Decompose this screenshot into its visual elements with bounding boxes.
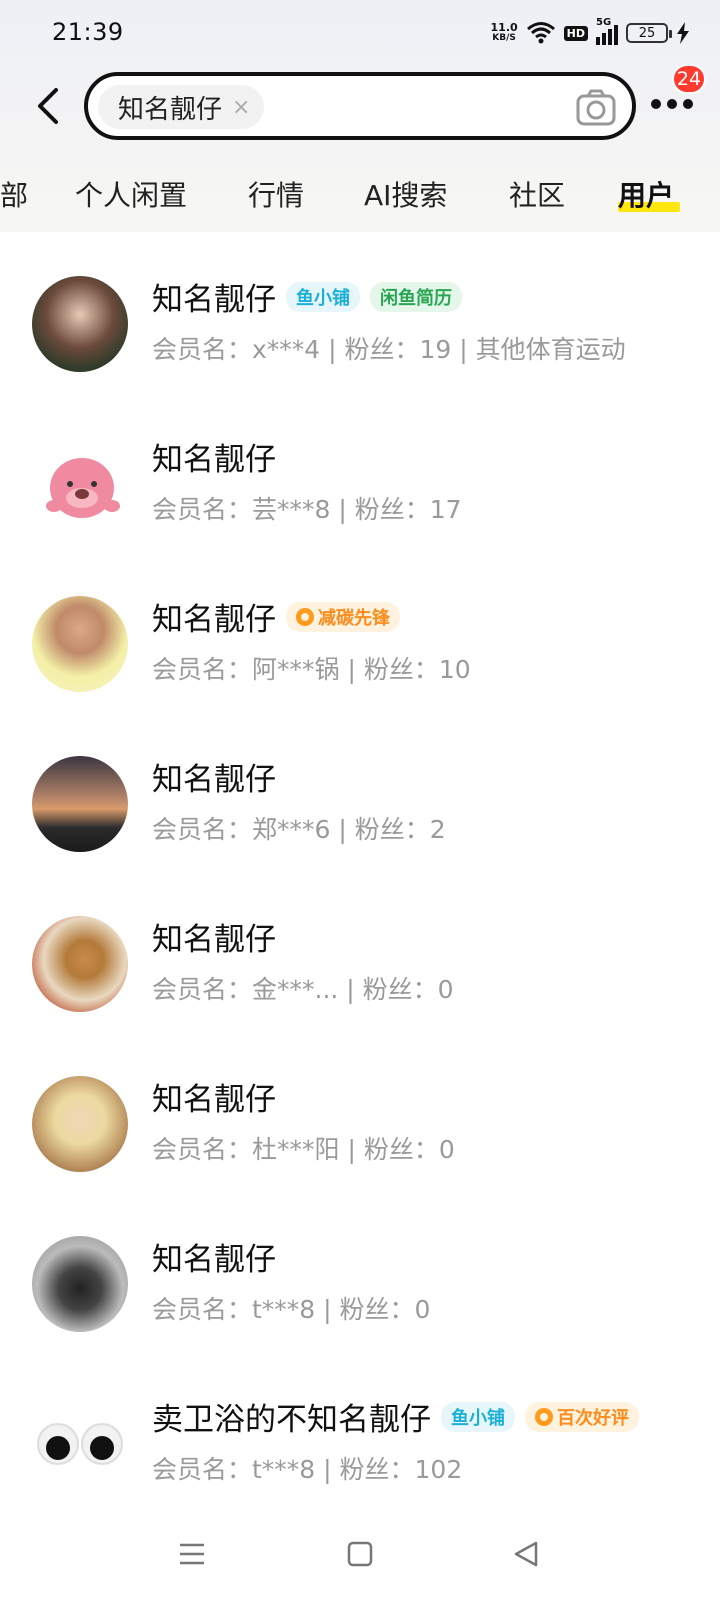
- user-name: 卖卫浴的不知名靓仔: [152, 1402, 431, 1438]
- more-icon[interactable]: [650, 96, 694, 112]
- googly-eyes-icon: [37, 1423, 123, 1465]
- avatar[interactable]: [32, 916, 128, 1012]
- tab-ai-search[interactable]: AI搜索: [364, 174, 447, 214]
- hd-icon: HD: [563, 25, 588, 41]
- notification-badge: 24: [672, 64, 706, 94]
- user-meta: 会员名：芸***8 | 粉丝：17: [152, 495, 462, 524]
- avatar[interactable]: [32, 596, 128, 692]
- user-meta: 会员名：郑***6 | 粉丝：2: [152, 815, 446, 844]
- user-name: 知名靓仔: [152, 442, 276, 478]
- beaver-avatar-icon: [46, 458, 120, 518]
- user-meta: 会员名：x***4 | 粉丝：19 | 其他体育运动: [152, 335, 626, 364]
- network-speed: 11.0 KB/S: [490, 21, 518, 43]
- user-list-item[interactable]: 知名靓仔 减碳先锋 会员名：阿***锅 | 粉丝：10: [0, 578, 720, 738]
- user-meta: 会员名：金***... | 粉丝：0: [152, 975, 454, 1004]
- user-list-item[interactable]: 知名靓仔 会员名：杜***阳 | 粉丝：0: [0, 1058, 720, 1218]
- avatar[interactable]: [32, 276, 128, 372]
- tab-community[interactable]: 社区: [509, 174, 565, 214]
- avatar[interactable]: [32, 756, 128, 852]
- tab-users[interactable]: 用户: [618, 174, 674, 214]
- avatar[interactable]: [32, 1236, 128, 1332]
- charging-icon: [677, 22, 689, 44]
- back-triangle-icon[interactable]: [510, 1538, 542, 1570]
- tab-personal-idle[interactable]: 个人闲置: [75, 174, 187, 214]
- back-arrow-icon[interactable]: [30, 86, 70, 126]
- user-list-item[interactable]: 知名靓仔 会员名：t***8 | 粉丝：0: [0, 1218, 720, 1378]
- user-name: 知名靓仔: [152, 762, 276, 798]
- hundred-reviews-badge: 百次好评: [525, 1401, 639, 1432]
- user-list-item[interactable]: 知名靓仔 鱼小铺 闲鱼简历 会员名：x***4 | 粉丝：19 | 其他体育运动: [0, 258, 720, 418]
- clear-query-icon[interactable]: ×: [232, 95, 250, 120]
- status-icons: 11.0 KB/S HD 5G 25: [490, 17, 690, 48]
- search-query-text: 知名靓仔: [118, 94, 223, 125]
- avatar[interactable]: [32, 1396, 128, 1492]
- tab-market[interactable]: 行情: [248, 174, 304, 214]
- user-name: 知名靓仔: [152, 1082, 276, 1118]
- resume-badge: 闲鱼简历: [370, 281, 462, 312]
- user-meta: 会员名：t***8 | 粉丝：102: [152, 1455, 463, 1484]
- cell-signal-icon: 5G: [596, 17, 618, 45]
- status-bar: 21:39 11.0 KB/S HD 5G 25: [0, 0, 720, 64]
- carbon-leaf-icon: [296, 607, 314, 626]
- home-icon[interactable]: [344, 1538, 376, 1570]
- user-name: 知名靓仔: [152, 602, 276, 638]
- camera-icon[interactable]: [574, 86, 618, 130]
- battery-icon: 25: [626, 23, 672, 43]
- user-list-item[interactable]: 知名靓仔 会员名：芸***8 | 粉丝：17: [0, 418, 720, 578]
- status-time: 21:39: [52, 18, 124, 46]
- system-nav-bar: [0, 1496, 720, 1612]
- user-meta: 会员名：阿***锅 | 粉丝：10: [152, 655, 471, 684]
- tab-bar: 部 个人闲置 行情 AI搜索 社区: [0, 160, 720, 220]
- user-name: 知名靓仔: [152, 1242, 276, 1278]
- tab-all[interactable]: 部: [0, 174, 28, 214]
- search-box[interactable]: 知名靓仔 ×: [84, 72, 636, 140]
- carbon-pioneer-badge: 减碳先锋: [286, 601, 400, 632]
- menu-icon[interactable]: [176, 1538, 208, 1570]
- user-meta: 会员名：杜***阳 | 粉丝：0: [152, 1135, 455, 1164]
- user-name: 知名靓仔: [152, 282, 276, 318]
- user-list-item[interactable]: 知名靓仔 会员名：金***... | 粉丝：0: [0, 898, 720, 1058]
- fish-shop-badge: 鱼小铺: [441, 1401, 515, 1432]
- thumb-icon: [535, 1407, 553, 1426]
- search-query-chip[interactable]: 知名靓仔 ×: [98, 85, 265, 129]
- user-name: 知名靓仔: [152, 922, 276, 958]
- avatar[interactable]: [32, 436, 128, 532]
- fish-shop-badge: 鱼小铺: [286, 281, 360, 312]
- avatar[interactable]: [32, 1076, 128, 1172]
- user-meta: 会员名：t***8 | 粉丝：0: [152, 1295, 431, 1324]
- wifi-icon: [526, 22, 555, 44]
- user-list-item[interactable]: 知名靓仔 会员名：郑***6 | 粉丝：2: [0, 738, 720, 898]
